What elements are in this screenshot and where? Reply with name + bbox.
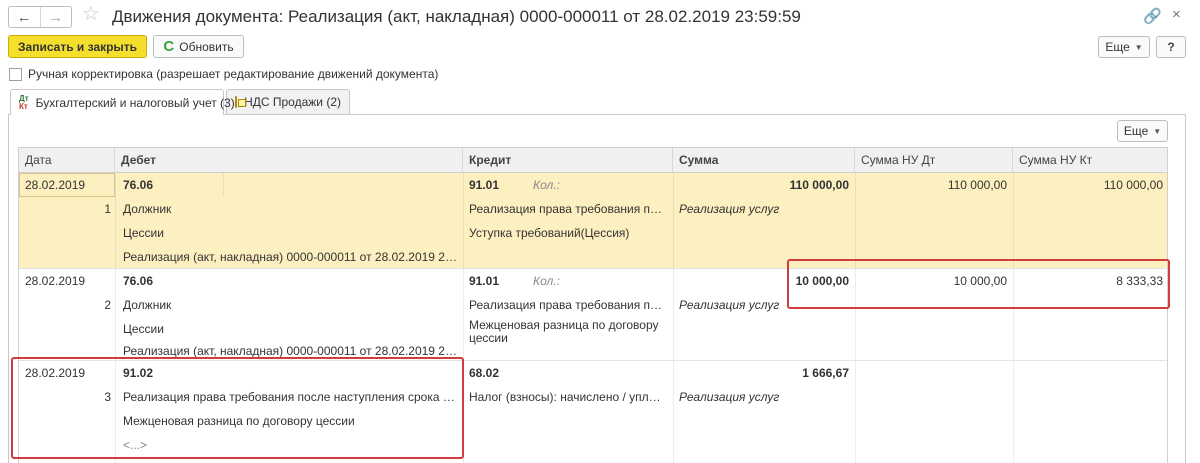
debit-account: 76.06 [123, 274, 154, 288]
tab-accounting[interactable]: Дт Кт Бухгалтерский и налоговый учет (3) [10, 89, 235, 115]
column-date[interactable]: Дата [19, 148, 115, 172]
table-row[interactable]: 28.02.2019 1 76.06 Должник Цессии Реализ… [19, 173, 1167, 269]
debit-subconto-1: Должник [123, 298, 172, 312]
debit-subconto-2: Цессии [123, 226, 164, 240]
credit-subconto-1: Реализация права требования посл... [469, 298, 667, 312]
amount: 1 666,67 [802, 366, 849, 380]
column-credit[interactable]: Кредит [463, 148, 673, 172]
back-arrow-icon[interactable]: ← [9, 7, 40, 27]
credit-subconto-1: Реализация права требования посл... [469, 202, 667, 216]
entry-number: 1 [104, 202, 111, 216]
highlight-box [11, 357, 464, 459]
credit-account: 91.01 [469, 178, 500, 192]
dt-kt-icon: Дт Кт [19, 93, 29, 111]
credit-subconto-extra: Реализация услуг [679, 390, 780, 404]
credit-subconto-2: Межценовая разница по договору цессии [469, 318, 659, 345]
entry-date: 28.02.2019 [25, 274, 86, 288]
forward-arrow-icon[interactable]: → [39, 7, 72, 27]
column-amount-tax-dt[interactable]: Сумма НУ Дт [855, 148, 1013, 172]
vat-register-icon [235, 96, 247, 108]
refresh-label: Обновить [179, 39, 234, 54]
debit-subconto-3: Реализация (акт, накладная) 0000-000011 … [123, 250, 457, 264]
refresh-icon: C [163, 38, 175, 55]
amount-tax-kt: 110 000,00 [1103, 178, 1163, 192]
column-amount-tax-kt[interactable]: Сумма НУ Кт [1013, 148, 1167, 172]
tab-vat-sales[interactable]: НДС Продажи (2) [226, 89, 350, 114]
refresh-button[interactable]: C Обновить [153, 35, 244, 58]
credit-subconto-2: Уступка требований(Цессия) [469, 226, 630, 240]
column-amount[interactable]: Сумма [673, 148, 855, 172]
title-bar: ← → ☆ Движения документа: Реализация (ак… [0, 0, 1200, 34]
credit-subconto-extra: Реализация услуг [679, 202, 780, 216]
credit-account: 91.01 [469, 274, 500, 288]
entry-number: 2 [104, 298, 111, 312]
navigation-buttons: ← → [8, 6, 72, 28]
favorite-star-icon[interactable]: ☆ [82, 4, 100, 24]
more-label: Еще [1105, 40, 1130, 54]
credit-subconto-1: Налог (взносы): начислено / уплачено [469, 390, 667, 404]
grid-more-label: Еще [1123, 124, 1149, 138]
grid-more-button[interactable]: Еще ▼ [1117, 120, 1168, 142]
credit-account: 68.02 [469, 366, 500, 380]
entry-date: 28.02.2019 [25, 178, 86, 192]
help-button[interactable]: ? [1156, 36, 1186, 58]
tab-vat-sales-label: НДС Продажи (2) [244, 95, 341, 109]
close-icon[interactable]: × [1172, 6, 1181, 23]
debit-account: 76.06 [123, 178, 154, 192]
window-title: Движения документа: Реализация (акт, нак… [112, 7, 801, 26]
tab-accounting-label: Бухгалтерский и налоговый учет (3) [35, 95, 235, 110]
credit-quantity-label: Кол.: [533, 178, 560, 192]
save-and-close-button[interactable]: Записать и закрыть [8, 35, 147, 58]
debit-subconto-1: Должник [123, 202, 172, 216]
chevron-down-icon: ▼ [1134, 42, 1143, 52]
credit-quantity-label: Кол.: [533, 274, 560, 288]
amount-tax-dt: 110 000,00 [947, 178, 1007, 192]
highlight-box [787, 259, 1170, 309]
manual-edit-option: Ручная корректировка (разрешает редактир… [9, 67, 438, 81]
manual-edit-checkbox[interactable] [9, 67, 22, 81]
chevron-down-icon: ▼ [1153, 126, 1162, 136]
table-header: Дата Дебет Кредит Сумма Сумма НУ Дт Сумм… [19, 148, 1167, 173]
debit-subconto-2: Цессии [123, 322, 164, 336]
amount: 110 000,00 [789, 178, 849, 192]
link-icon[interactable]: 🔗 [1143, 7, 1162, 25]
more-actions-button[interactable]: Еще ▼ [1098, 36, 1150, 58]
manual-edit-label: Ручная корректировка (разрешает редактир… [28, 67, 439, 81]
column-debit[interactable]: Дебет [115, 148, 463, 172]
